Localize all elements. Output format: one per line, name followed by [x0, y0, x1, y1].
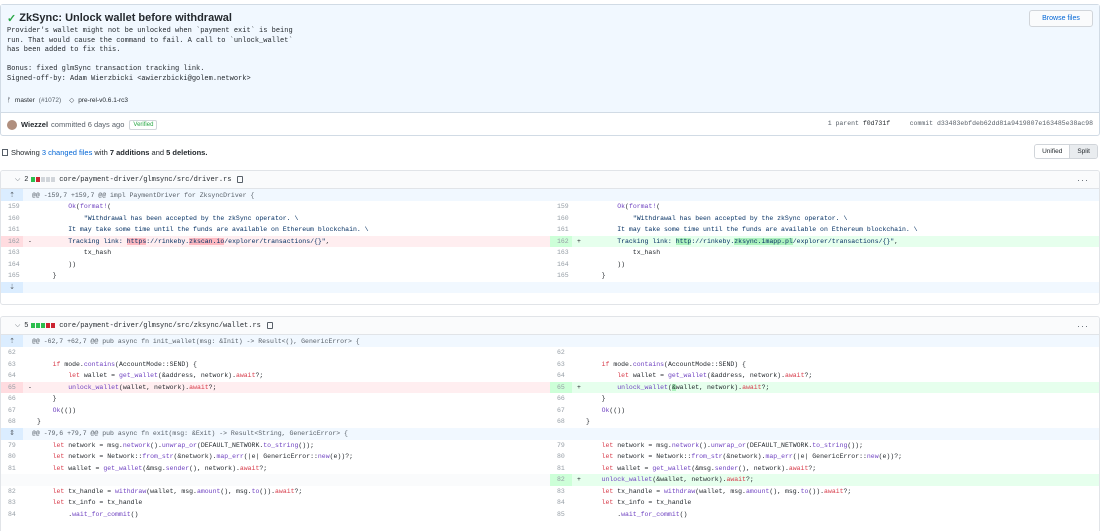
- diff-row-changed: 65- unlock_wallet(wallet, network).await…: [1, 381, 1099, 393]
- and-label: and: [151, 147, 165, 157]
- author-name[interactable]: Wiezzel: [21, 120, 48, 129]
- chevron-down-icon[interactable]: ⌵: [15, 176, 20, 184]
- branch-icon: ᚠ: [7, 96, 11, 104]
- expand-down: ⇣: [1, 281, 1099, 293]
- hunk-text: @@ -79,6 +79,7 @@ pub async fn exit(msg:…: [32, 430, 348, 437]
- diffstat-bar: [31, 323, 56, 328]
- commit-description: Provider's wallet might not be unlocked …: [7, 27, 293, 83]
- copy-icon[interactable]: [237, 176, 244, 183]
- hunk-text: @@ -159,7 +159,7 @@ impl PaymentDriver f…: [32, 191, 255, 199]
- commit-summary: ✓ ZkSync: Unlock wallet before withdrawa…: [1, 5, 1099, 113]
- change-count: 5: [24, 322, 29, 329]
- split-button[interactable]: Split: [1069, 145, 1097, 158]
- chevron-down-icon[interactable]: ⌵: [15, 322, 20, 330]
- diff-row: 163 tx_hash 163 tx_hash: [8, 249, 661, 256]
- branch-name[interactable]: master: [15, 97, 35, 104]
- diff-row: 63 if mode.contains(AccountMode::SEND) {…: [8, 360, 746, 368]
- diff-row: 66 } 66 }: [8, 395, 606, 402]
- with-label: with: [94, 147, 108, 157]
- file-diff: ⌵ 5 core/payment-driver/glmsync/src/zksy…: [0, 316, 1100, 531]
- commit-label: commit: [909, 120, 934, 127]
- file-icon: [2, 148, 8, 156]
- changed-files-link[interactable]: 3 changed files: [42, 148, 92, 157]
- expand-up-icon[interactable]: ⇡: [1, 335, 23, 347]
- diff-row: 160 "Withdrawal has been accepted by the…: [8, 214, 848, 222]
- file-path[interactable]: core/payment-driver/glmsync/src/driver.r…: [59, 176, 231, 184]
- parent-sha[interactable]: f0d731f: [863, 120, 890, 127]
- diff-row-changed: 162- Tracking link: https://rinkeby.zksc…: [1, 235, 1099, 247]
- commit-header: ✓ ZkSync: Unlock wallet before withdrawa…: [0, 4, 1100, 136]
- diff-row: 82 let tx_handle = withdraw(wallet, msg.…: [8, 487, 852, 495]
- diff-row: 164 )) 164 )): [8, 260, 626, 268]
- committed-time: committed 6 days ago: [51, 120, 125, 129]
- diff-row: 79 let network = msg.network().unwrap_or…: [8, 441, 863, 449]
- diff-row: 159 Ok(format!( 159 Ok(format!(: [8, 203, 661, 210]
- pr-number[interactable]: (#1072): [39, 97, 61, 104]
- expand-icon[interactable]: ⇕: [1, 427, 23, 440]
- deletions-count: 5 deletions.: [166, 147, 208, 157]
- copy-icon[interactable]: [266, 322, 273, 329]
- diffstat-bar: [31, 177, 56, 182]
- diff-row: 165 } 165 }: [8, 272, 606, 279]
- file-path[interactable]: core/payment-driver/glmsync/src/zksync/w…: [59, 322, 261, 330]
- avatar[interactable]: [7, 119, 17, 130]
- additions-count: 7 additions: [109, 147, 150, 157]
- tag-icon: ◇: [69, 97, 75, 104]
- commit-meta: Wiezzel committed 6 days ago Verified 1 …: [1, 113, 1099, 136]
- change-count: 2: [24, 176, 29, 183]
- hunk-text: @@ -62,7 +62,7 @@ pub async fn init_wall…: [32, 337, 360, 345]
- hunk-header: ⇡ @@ -62,7 +62,7 @@ pub async fn init_wa…: [1, 335, 1099, 347]
- expand-up-icon[interactable]: ⇡: [1, 189, 23, 201]
- unified-button[interactable]: Unified: [1035, 145, 1070, 158]
- diff-row-added: 82 + unlock_wallet(&wallet, network).awai…: [1, 474, 1099, 486]
- kebab-icon[interactable]: ···: [1077, 321, 1089, 331]
- hunk-header: ⇕ @@ -79,6 +79,7 @@ pub async fn exit(ms…: [1, 427, 1099, 440]
- file-header: ⌵ 2 core/payment-driver/glmsync/src/driv…: [1, 171, 1099, 189]
- commit-title-row: ✓ ZkSync: Unlock wallet before withdrawa…: [7, 11, 1093, 25]
- diff-row: 67 Ok(()) 67 Ok(()): [8, 406, 626, 414]
- view-toggle: Unified Split: [1034, 144, 1098, 159]
- browse-files-button[interactable]: Browse files: [1029, 10, 1093, 27]
- tag-name[interactable]: pre-rel-v0.6.1-rc3: [78, 97, 128, 104]
- diff-row: 62 62: [8, 349, 565, 356]
- verified-badge[interactable]: Verified: [129, 119, 158, 130]
- diff-row: 83 let tx_info = tx_handle 84 let tx_inf…: [8, 499, 692, 506]
- diff-toolbar: Showing 3 changed files with 7 additions…: [0, 142, 1100, 162]
- branch-row: ᚠ master (#1072) ◇ pre-rel-v0.6.1-rc3: [7, 96, 128, 105]
- parent-label: 1 parent: [827, 120, 859, 127]
- diff-row: 161 It may take some time until the fund…: [8, 226, 918, 233]
- commit-title: ZkSync: Unlock wallet before withdrawal: [19, 12, 232, 24]
- hunk-header: ⇡ @@ -159,7 +159,7 @@ impl PaymentDriver…: [1, 189, 1099, 201]
- check-icon: ✓: [7, 12, 17, 25]
- file-header: ⌵ 5 core/payment-driver/glmsync/src/zksy…: [1, 317, 1099, 335]
- commit-sha: d33483ebfdeb62dd81a9419807e163485e38ac98: [936, 120, 1093, 127]
- diff-row: 64 let wallet = get_wallet(&address, net…: [8, 372, 813, 379]
- file-diff: ⌵ 2 core/payment-driver/glmsync/src/driv…: [0, 170, 1100, 305]
- diff-row: 84 .wait_for_commit() 85 .wait_for_commi…: [8, 510, 688, 518]
- diff-row: 80 let network = Network::from_str(&netw…: [8, 453, 903, 460]
- parent-info: 1 parent f0d731f commit d33483ebfdeb62dd…: [828, 120, 1093, 127]
- kebab-icon[interactable]: ···: [1077, 175, 1089, 185]
- diff-row: 68} 68}: [8, 418, 590, 425]
- expand-down-icon[interactable]: ⇣: [1, 281, 23, 293]
- diff-row: 81 let wallet = get_wallet(&msg.sender()…: [8, 464, 817, 472]
- showing-label: Showing: [11, 147, 40, 157]
